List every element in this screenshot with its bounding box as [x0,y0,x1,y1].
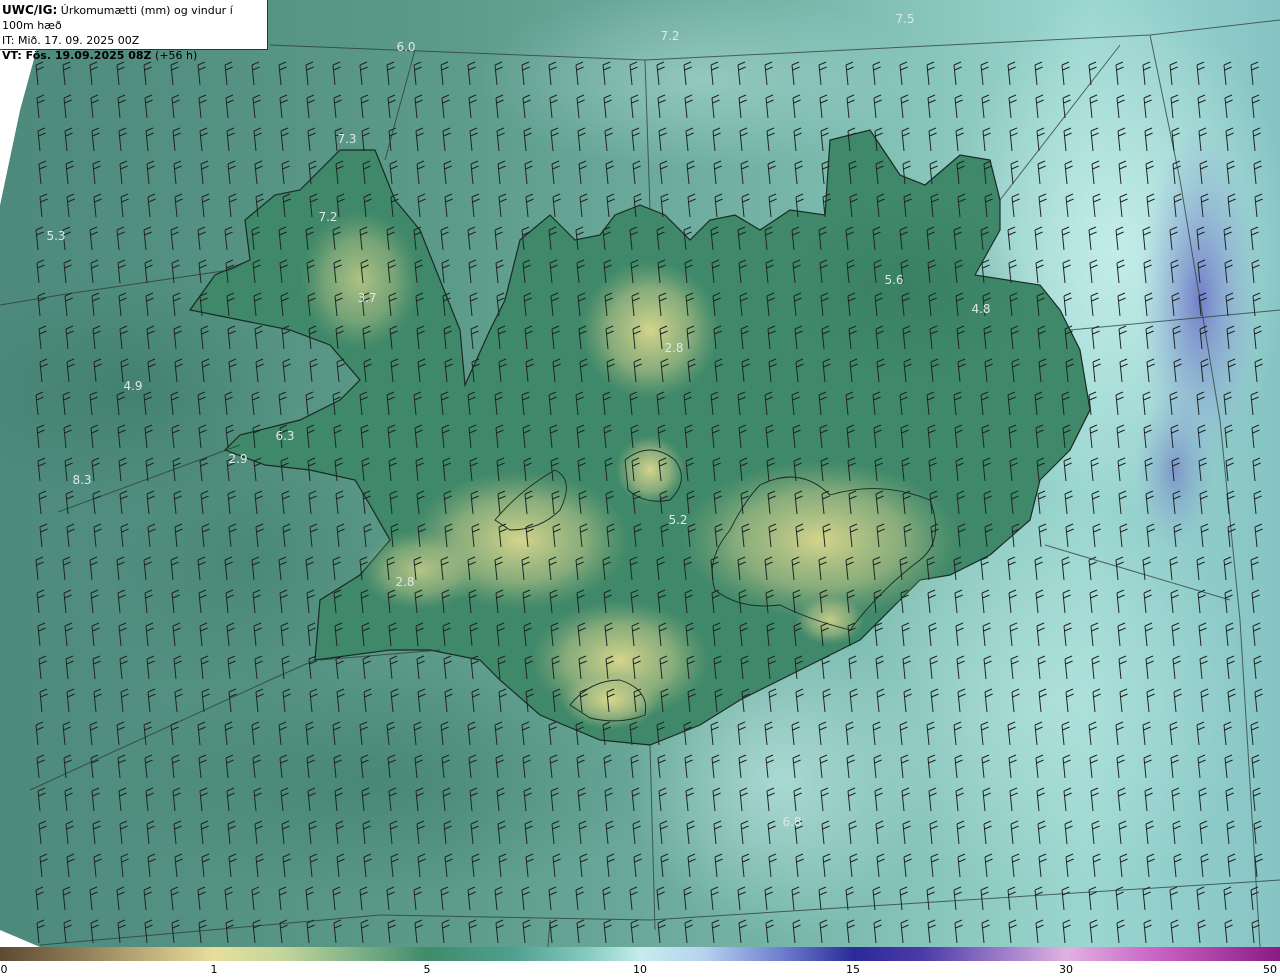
lead-time: (+56 h) [155,49,198,62]
map-value: 8.3 [72,473,91,487]
colorbar-tick: 15 [846,963,860,976]
precip-colorbar: 0 1 5 10 15 30 50 [0,947,1280,978]
colorbar-tick: 5 [423,963,431,976]
colorbar-tick: 0 [0,963,8,976]
map-value: 2.8 [395,575,414,589]
valid-time: VT: Fös. 19.09.2025 08Z [2,49,152,62]
colorbar-tick: 1 [210,963,218,976]
title-line: UWC/IG: Úrkomumætti (mm) og vindur í 100… [2,3,267,33]
map-value: 2.9 [228,452,247,466]
map-value: 6.3 [275,429,294,443]
map-value: 6.0 [396,40,415,54]
map-value: 7.3 [337,132,356,146]
map-value: 3.7 [357,291,376,305]
map-value: 4.9 [123,379,142,393]
colorbar-tick: 10 [633,963,647,976]
init-time: IT: Mið. 17. 09. 2025 00Z [2,34,140,47]
valid-time-line: VT: Fös. 19.09.2025 08Z (+56 h) [2,48,267,63]
map-value: 2.8 [664,341,683,355]
map-value: 6.8 [782,815,801,829]
map-value: 7.5 [895,12,914,26]
map-value: 5.2 [668,513,687,527]
colorbar-tick: 30 [1059,963,1073,976]
map-value: 7.2 [318,210,337,224]
model-label: UWC/IG: [2,3,58,17]
forecast-map: 7.5 7.2 6.0 7.3 7.2 5.3 3.7 5.6 4.8 2.8 … [0,0,1280,947]
colorbar-tick: 50 [1263,963,1277,976]
forecast-info-box: UWC/IG: Úrkomumætti (mm) og vindur í 100… [0,0,268,62]
map-value: 7.2 [660,29,679,43]
map-value: 5.3 [46,229,65,243]
colorbar-gradient [0,947,1280,961]
map-value: 5.6 [884,273,903,287]
map-value: 4.8 [971,302,990,316]
